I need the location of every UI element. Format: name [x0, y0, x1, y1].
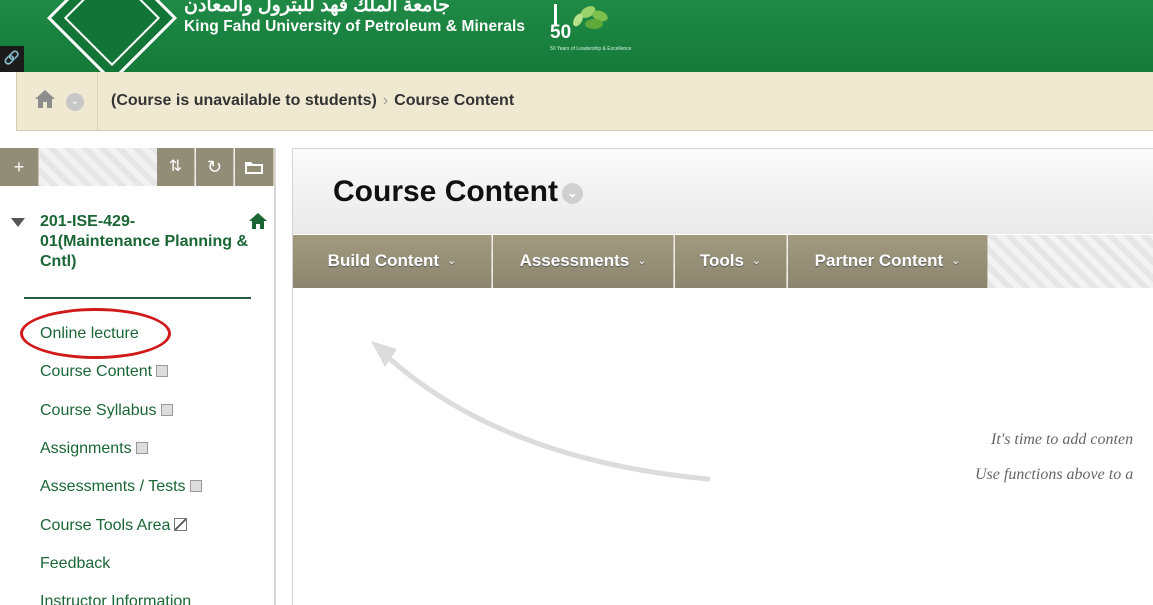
unavailable-icon: [174, 518, 188, 531]
page-title: Course Content ⌄: [333, 175, 583, 209]
folder-view-button[interactable]: [235, 148, 274, 186]
page-title-text: Course Content: [333, 175, 558, 208]
build-content-button[interactable]: Build Content ⌄: [293, 235, 492, 288]
empty-state-message: It's time to add conten: [991, 431, 1134, 448]
university-name-arabic: جامعة الملك فهد للبترول والمعادن: [184, 0, 450, 16]
link-icon[interactable]: 🔗: [0, 46, 24, 72]
menu-item-instructor-information[interactable]: Instructor Information: [40, 593, 191, 605]
breadcrumb-current: Course Content: [394, 92, 515, 109]
university-name-english: King Fahd University of Petroleum & Mine…: [184, 18, 526, 35]
pointer-arrow-graphic: [371, 341, 711, 482]
assessments-button[interactable]: Assessments ⌄: [493, 235, 674, 288]
chevron-down-icon: ⌄: [751, 255, 762, 267]
empty-state-hint: Use functions above to a: [975, 466, 1134, 483]
anniversary-caption: 50 Years of Leadership & Excellence: [550, 46, 632, 52]
add-menu-item-button[interactable]: +: [0, 148, 39, 186]
menu-item-feedback[interactable]: Feedback: [40, 555, 110, 573]
folder-icon: [245, 162, 263, 174]
action-bar: Build Content ⌄ Assessments ⌄ Tools ⌄ Partn…: [293, 235, 1153, 288]
home-icon[interactable]: [34, 89, 56, 109]
content-area: Course Content ⌄ Build Content ⌄ Assessmen…: [292, 148, 1153, 605]
hidden-from-students-icon: [135, 442, 148, 454]
breadcrumb-separator: ›: [382, 92, 389, 109]
title-menu-chevron-icon[interactable]: ⌄: [562, 183, 583, 204]
anniversary-number: 50: [550, 22, 572, 43]
menu-item-label: Course Content: [40, 363, 153, 380]
tools-button[interactable]: Tools ⌄: [675, 235, 787, 288]
breadcrumb-course[interactable]: (Course is unavailable to students): [111, 92, 377, 109]
breadcrumb-trail: (Course is unavailable to students) › Cour…: [111, 92, 514, 110]
breadcrumb-menu-chevron-icon[interactable]: ⌄: [66, 93, 84, 111]
menu-item-label: Instructor Information: [40, 593, 192, 605]
menu-item-label: Assignments: [40, 440, 132, 457]
course-title[interactable]: 201-ISE-429-01(Maintenance Planning & Cn…: [40, 212, 250, 272]
hidden-from-students-icon: [189, 480, 202, 492]
course-home-icon: [249, 213, 267, 229]
refresh-button[interactable]: ↻: [196, 148, 234, 186]
page-header: Course Content ⌄: [293, 149, 1153, 234]
anniversary-logo: 50 50 Years of Leadership & Excellence: [548, 0, 632, 64]
menu-item-course-content[interactable]: Course Content: [40, 363, 169, 381]
breadcrumb-icons: ⌄: [17, 72, 98, 130]
menu-item-label: Assessments / Tests: [40, 478, 186, 495]
chevron-down-icon: ⌄: [951, 255, 961, 267]
menu-item-label: Feedback: [40, 555, 111, 572]
site-header: جامعة الملك فهد للبترول والمعادن King Fa…: [0, 0, 1153, 72]
menu-item-assessments-tests[interactable]: Assessments / Tests: [40, 478, 202, 496]
menu-divider: [24, 297, 251, 299]
collapse-arrow-icon[interactable]: [11, 218, 25, 227]
course-menu-toolbar: + ⇅ ↻: [0, 148, 274, 186]
action-label: Assessments: [519, 251, 630, 270]
chevron-down-icon: ⌄: [447, 255, 457, 267]
action-label: Build Content: [327, 251, 440, 270]
hidden-from-students-icon: [160, 404, 173, 416]
course-menu: + ⇅ ↻ 201-ISE-429-01(Maintenance Plannin…: [0, 148, 276, 605]
partner-content-button[interactable]: Partner Content ⌄: [788, 235, 988, 288]
menu-item-label: Course Tools Area: [40, 517, 171, 534]
menu-item-course-tools-area[interactable]: Course Tools Area: [40, 517, 188, 535]
reorder-button[interactable]: ⇅: [157, 148, 195, 186]
chevron-down-icon: ⌄: [637, 255, 647, 267]
breadcrumb: ⌄ (Course is unavailable to students) › Co…: [16, 72, 1153, 131]
annotation-red-circle: [20, 308, 171, 359]
action-label: Tools: [699, 251, 744, 270]
menu-item-assignments[interactable]: Assignments: [40, 440, 148, 458]
action-label: Partner Content: [814, 251, 944, 270]
hidden-from-students-icon: [156, 365, 169, 377]
menu-item-label: Course Syllabus: [40, 402, 157, 419]
menu-item-course-syllabus[interactable]: Course Syllabus: [40, 402, 173, 420]
